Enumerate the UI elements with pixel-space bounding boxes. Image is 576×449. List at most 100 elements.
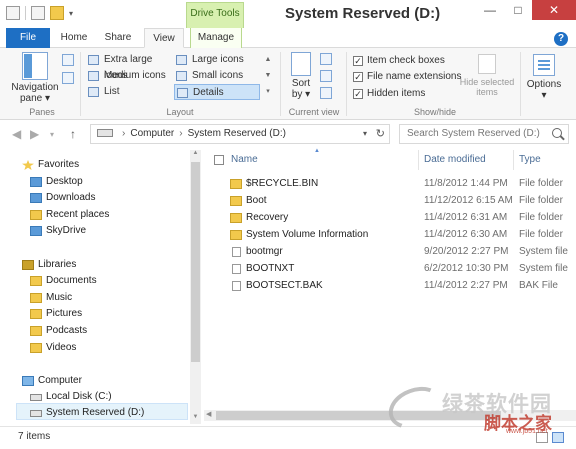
navigation-pane-label2: pane ▾ <box>19 93 51 104</box>
tab-manage[interactable]: Manage <box>190 28 242 48</box>
chevron-right-icon[interactable]: › <box>122 128 125 139</box>
properties-icon[interactable] <box>31 6 45 20</box>
add-columns-icon[interactable] <box>320 70 332 82</box>
breadcrumb-computer[interactable]: Computer <box>130 128 174 139</box>
file-name: Recovery <box>246 212 289 223</box>
new-folder-icon[interactable] <box>50 6 64 20</box>
help-icon[interactable]: ? <box>554 32 568 46</box>
scroll-up-icon[interactable]: ▲ <box>190 150 201 160</box>
sort-icon <box>291 52 311 76</box>
tab-view[interactable]: View <box>144 28 184 48</box>
file-icon <box>232 281 241 291</box>
drive-tools-tab-group: Drive Tools <box>186 2 244 28</box>
folder-icon <box>230 179 242 189</box>
preview-pane-icon[interactable] <box>62 54 74 66</box>
hidden-items-checkbox[interactable]: ✓ Hidden items <box>353 88 425 102</box>
column-header-name[interactable]: Name <box>231 152 258 168</box>
breadcrumb-system-reserved[interactable]: System Reserved (D:) <box>188 128 286 139</box>
layout-list[interactable]: List <box>86 84 174 100</box>
minimize-button[interactable]: — <box>476 0 504 20</box>
file-name: $RECYCLE.BIN <box>246 178 319 189</box>
navigation-pane-button[interactable]: Navigation pane ▾ <box>8 52 62 104</box>
file-date-modified: 11/4/2012 2:27 PM <box>424 280 508 291</box>
tab-home[interactable]: Home <box>54 28 94 48</box>
panes-group-label: Panes <box>29 107 55 117</box>
select-all-checkbox[interactable] <box>214 155 224 165</box>
recent-locations-dropdown-icon[interactable]: ▾ <box>50 130 54 139</box>
refresh-icon[interactable]: ↻ <box>376 125 385 143</box>
search-input[interactable]: Search System Reserved (D:) <box>399 124 569 144</box>
documents-icon <box>30 276 42 286</box>
tab-share[interactable]: Share <box>98 28 138 48</box>
table-row[interactable]: $RECYCLE.BIN 11/8/2012 1:44 PM File folder <box>204 175 576 192</box>
table-row[interactable]: Recovery 11/4/2012 6:31 AM File folder <box>204 209 576 226</box>
layout-medium-icons[interactable]: Medium icons <box>86 68 174 84</box>
desktop-icon <box>30 177 42 187</box>
address-dropdown-icon[interactable]: ▾ <box>363 125 367 143</box>
column-header-type[interactable]: Type <box>519 152 541 168</box>
file-name-extensions-checkbox[interactable]: ✓ File name extensions <box>353 71 462 85</box>
small-icons-icon <box>176 71 187 81</box>
table-row[interactable]: System Volume Information 11/4/2012 6:30 … <box>204 226 576 243</box>
table-row[interactable]: BOOTSECT.BAK 11/4/2012 2:27 PM BAK File <box>204 277 576 294</box>
layout-gallery-scroll[interactable]: ▲ ▼ ▾ <box>262 52 274 100</box>
options-button[interactable]: Options ▾ <box>524 54 564 101</box>
divider <box>280 52 281 116</box>
skydrive-icon <box>30 226 42 236</box>
checkbox-icon: ✓ <box>353 72 363 82</box>
scroll-left-icon[interactable]: ◀ <box>206 410 211 418</box>
file-name: Boot <box>246 195 267 206</box>
file-type: System file <box>519 246 568 257</box>
address-bar[interactable]: › Computer › System Reserved (D:) ▾ ↻ <box>90 124 390 144</box>
divider <box>520 52 521 116</box>
libraries-icon <box>22 260 34 270</box>
group-by-icon[interactable] <box>320 53 332 65</box>
divider <box>513 150 514 170</box>
layout-extra-large-icons[interactable]: Extra large icons <box>86 52 174 81</box>
scrollbar-thumb[interactable] <box>191 162 200 362</box>
ribbon-tabs: File Home Share View Manage <box>0 28 576 48</box>
music-icon <box>30 293 42 303</box>
large-icons-view-icon[interactable] <box>552 432 564 443</box>
customize-toolbar-dropdown-icon[interactable]: ▾ <box>69 9 73 18</box>
options-icon <box>533 54 555 76</box>
search-icon <box>552 128 562 138</box>
folder-icon <box>230 213 242 223</box>
medium-icons-icon <box>88 71 99 81</box>
navigation-pane-scrollbar[interactable]: ▲ ▼ <box>190 150 201 424</box>
computer-icon <box>22 376 34 386</box>
divider <box>346 52 347 116</box>
forward-arrow-icon[interactable]: ▶ <box>30 127 39 141</box>
videos-icon <box>30 343 42 353</box>
sort-label2: by ▾ <box>291 89 311 100</box>
table-row[interactable]: BOOTNXT 6/2/2012 10:30 PM System file <box>204 260 576 277</box>
file-icon <box>232 264 241 274</box>
chevron-right-icon[interactable]: › <box>179 128 182 139</box>
file-type: BAK File <box>519 280 558 291</box>
sort-by-button[interactable]: Sort by ▾ <box>285 52 317 100</box>
size-columns-icon[interactable] <box>320 87 332 99</box>
close-button[interactable]: ✕ <box>532 0 576 20</box>
details-icon <box>177 88 188 98</box>
tab-file[interactable]: File <box>6 28 50 48</box>
file-type: File folder <box>519 229 563 240</box>
item-check-boxes-checkbox[interactable]: ✓ Item check boxes <box>353 55 445 69</box>
maximize-button[interactable]: □ <box>504 0 532 20</box>
layout-small-icons[interactable]: Small icons <box>174 68 260 84</box>
column-header-date-modified[interactable]: Date modified <box>424 152 486 168</box>
scroll-down-icon[interactable]: ▼ <box>190 414 201 424</box>
file-icon <box>232 247 241 257</box>
layout-details[interactable]: Details <box>174 84 260 100</box>
details-pane-icon[interactable] <box>62 72 74 84</box>
file-list: ▲ Name Date modified Type $RECYCLE.BIN 11… <box>204 146 576 416</box>
back-arrow-icon[interactable]: ◀ <box>12 127 21 141</box>
layout-large-icons[interactable]: Large icons <box>174 52 260 68</box>
search-placeholder: Search System Reserved (D:) <box>407 128 540 139</box>
extra-large-icons-icon <box>88 55 99 65</box>
hide-selected-items-button[interactable]: Hide selected items <box>458 54 516 97</box>
table-row[interactable]: Boot 11/12/2012 6:15 AM File folder <box>204 192 576 209</box>
table-row[interactable]: bootmgr 9/20/2012 2:27 PM System file <box>204 243 576 260</box>
sort-ascending-icon: ▲ <box>314 148 320 154</box>
file-date-modified: 11/12/2012 6:15 AM <box>424 195 513 206</box>
up-arrow-icon[interactable]: ↑ <box>70 127 76 141</box>
